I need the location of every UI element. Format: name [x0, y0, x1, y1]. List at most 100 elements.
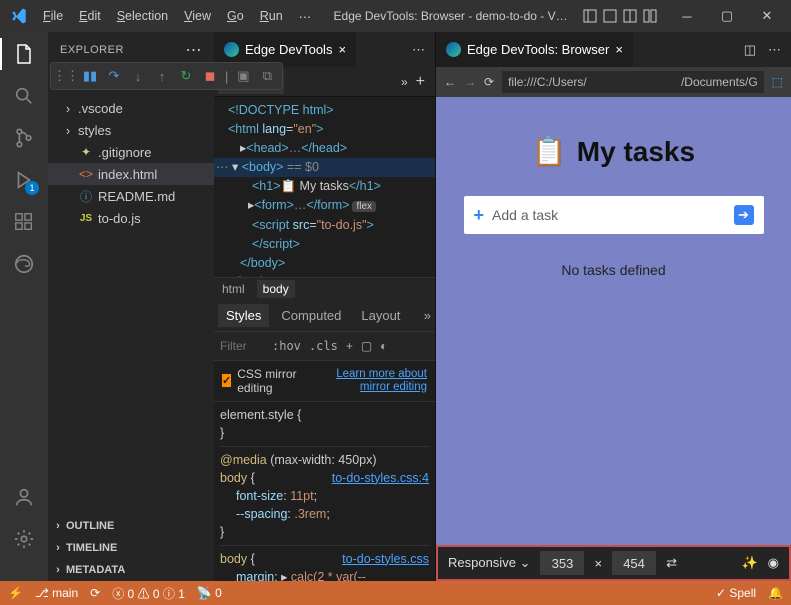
- file-todo-js[interactable]: JSto-do.js: [48, 207, 214, 229]
- layout-icon[interactable]: [623, 9, 637, 23]
- port-status[interactable]: 📡 0: [197, 586, 222, 600]
- wand-icon[interactable]: ✨: [741, 555, 757, 571]
- more-tab-icon[interactable]: ⋯: [412, 42, 425, 58]
- maximize-button[interactable]: ▢: [707, 0, 747, 32]
- settings-activity-icon[interactable]: [12, 527, 36, 551]
- more-styles-icon[interactable]: »: [424, 308, 431, 323]
- explorer-more-icon[interactable]: ⋯: [186, 40, 203, 60]
- source-control-activity-icon[interactable]: [12, 126, 36, 150]
- computed-tab[interactable]: Computed: [273, 304, 349, 327]
- minimize-button[interactable]: ─: [667, 0, 707, 32]
- step-out-icon[interactable]: ↑: [153, 67, 171, 85]
- file-tree: ›.vscode ›styles ✦.gitignore <>index.htm…: [48, 95, 214, 231]
- run-debug-activity-icon[interactable]: 1: [12, 168, 36, 192]
- explorer-sidebar: EXPLORER⋯ ›.vscode ›styles ✦.gitignore <…: [48, 32, 214, 581]
- menu-file[interactable]: FFileile: [36, 5, 70, 27]
- styles-filter-row: :hov .cls + ▢ ◐: [214, 331, 435, 361]
- more-tab-icon[interactable]: ⋯: [768, 42, 781, 58]
- menu-selection[interactable]: Selection: [110, 5, 175, 27]
- timeline-section[interactable]: ›TIMELINE: [48, 537, 214, 559]
- page-heading: 📋 My tasks: [532, 135, 695, 168]
- problems-status[interactable]: ⓧ 0 ⚠ 0 ⓘ 1: [112, 585, 185, 602]
- submit-icon[interactable]: ➔: [734, 205, 754, 225]
- close-tab-icon[interactable]: ×: [338, 42, 346, 57]
- browser-pane: Edge DevTools: Browser × ◫ ⋯ ← → ⟳ file:…: [436, 32, 791, 581]
- layout-split-icon[interactable]: [583, 9, 597, 23]
- activity-bar: 1: [0, 32, 48, 581]
- pause-icon[interactable]: ▮▮: [81, 67, 99, 85]
- metadata-section[interactable]: ›METADATA: [48, 559, 214, 581]
- cls-toggle[interactable]: .cls: [309, 339, 338, 353]
- debug-toolbar[interactable]: ⋮⋮ ▮▮ ↷ ↓ ↑ ↻ ◼ | ▣ ⧉: [50, 62, 283, 90]
- styles-tabbar: Styles Computed Layout »: [214, 301, 435, 331]
- height-input[interactable]: [612, 551, 656, 575]
- step-into-icon[interactable]: ↓: [129, 67, 147, 85]
- styles-body[interactable]: element.style { } @media (max-width: 450…: [214, 402, 435, 582]
- eye-icon[interactable]: ◉: [768, 555, 779, 571]
- stop-icon[interactable]: ◼: [201, 67, 219, 85]
- sync-icon[interactable]: ⟳: [90, 586, 100, 600]
- forward-icon[interactable]: →: [464, 75, 476, 89]
- device-icon[interactable]: ▢: [361, 339, 372, 353]
- accounts-activity-icon[interactable]: [12, 485, 36, 509]
- device-toolbar: Responsive ⌄ × ⇄ ✨ ◉: [436, 545, 791, 581]
- spell-status[interactable]: ✓ Spell: [716, 586, 756, 600]
- split-editor-icon[interactable]: ◫: [744, 42, 756, 58]
- folder-vscode[interactable]: ›.vscode: [48, 97, 214, 119]
- back-icon[interactable]: ←: [444, 75, 456, 89]
- close-button[interactable]: ✕: [747, 0, 787, 32]
- menu-go[interactable]: Go: [220, 5, 251, 27]
- browser-toolbar: ← → ⟳ file:///C:/Users//Documents/G ⬚: [436, 67, 791, 97]
- file-readme[interactable]: ⓘREADME.md: [48, 185, 214, 207]
- tool-icon[interactable]: ▣: [234, 67, 252, 85]
- notifications-icon[interactable]: 🔔: [768, 586, 783, 600]
- new-rule-icon[interactable]: +: [346, 339, 353, 353]
- extensions-activity-icon[interactable]: [12, 210, 36, 234]
- search-activity-icon[interactable]: [12, 84, 36, 108]
- tool-icon[interactable]: ⧉: [258, 67, 276, 85]
- toggle-icon[interactable]: ◐: [380, 339, 387, 353]
- branch-status[interactable]: ⎇ main: [35, 586, 78, 600]
- width-input[interactable]: [540, 551, 584, 575]
- folder-styles[interactable]: ›styles: [48, 119, 214, 141]
- restart-icon[interactable]: ↻: [177, 67, 195, 85]
- menu-run[interactable]: Run: [253, 5, 290, 27]
- outline-section[interactable]: ›OUTLINE: [48, 515, 214, 537]
- styles-tab[interactable]: Styles: [218, 304, 269, 327]
- more-tools-icon[interactable]: »: [401, 75, 408, 89]
- edge-icon: [446, 42, 461, 57]
- filter-input[interactable]: [220, 339, 264, 353]
- explorer-activity-icon[interactable]: [12, 42, 36, 66]
- file-index-html[interactable]: <>index.html: [48, 163, 214, 185]
- edge-icon: [224, 42, 239, 57]
- layout-icon[interactable]: [603, 9, 617, 23]
- mirror-learn-link[interactable]: Learn more about mirror editing: [313, 368, 427, 394]
- device-mode-select[interactable]: Responsive ⌄: [448, 555, 530, 571]
- js-icon: JS: [78, 213, 94, 224]
- breadcrumb[interactable]: htmlbody: [214, 277, 435, 301]
- layout-grid-icon[interactable]: [643, 9, 657, 23]
- rotate-icon[interactable]: ⇄: [666, 555, 677, 571]
- menu-edit[interactable]: Edit: [72, 5, 108, 27]
- close-tab-icon[interactable]: ×: [615, 42, 623, 57]
- step-over-icon[interactable]: ↷: [105, 67, 123, 85]
- remote-icon[interactable]: ⚡: [8, 586, 23, 600]
- file-gitignore[interactable]: ✦.gitignore: [48, 141, 214, 163]
- title-bar: FFileile Edit Selection View Go Run ⋯ Ed…: [0, 0, 791, 32]
- hov-toggle[interactable]: :hov: [272, 339, 301, 353]
- elements-tree[interactable]: <!DOCTYPE html> <html lang="en"> ▸<head>…: [214, 97, 435, 277]
- layout-tab[interactable]: Layout: [353, 304, 408, 327]
- mirror-checkbox[interactable]: ✓: [222, 374, 231, 387]
- add-tool-icon[interactable]: +: [410, 73, 431, 91]
- editor-layout-icons[interactable]: [583, 9, 657, 23]
- add-task-input[interactable]: + Add a task ➔: [464, 196, 764, 234]
- tab-edge-browser[interactable]: Edge DevTools: Browser ×: [436, 32, 634, 67]
- reload-icon[interactable]: ⟳: [484, 75, 494, 89]
- window-title: Edge DevTools: Browser - demo-to-do - V…: [320, 9, 581, 23]
- inspect-icon[interactable]: ⬚: [772, 75, 783, 89]
- edge-activity-icon[interactable]: [12, 252, 36, 276]
- drag-handle-icon[interactable]: ⋮⋮: [57, 67, 75, 85]
- menu-view[interactable]: View: [177, 5, 218, 27]
- url-bar[interactable]: file:///C:/Users//Documents/G: [502, 71, 764, 93]
- menu-more[interactable]: ⋯: [292, 5, 319, 28]
